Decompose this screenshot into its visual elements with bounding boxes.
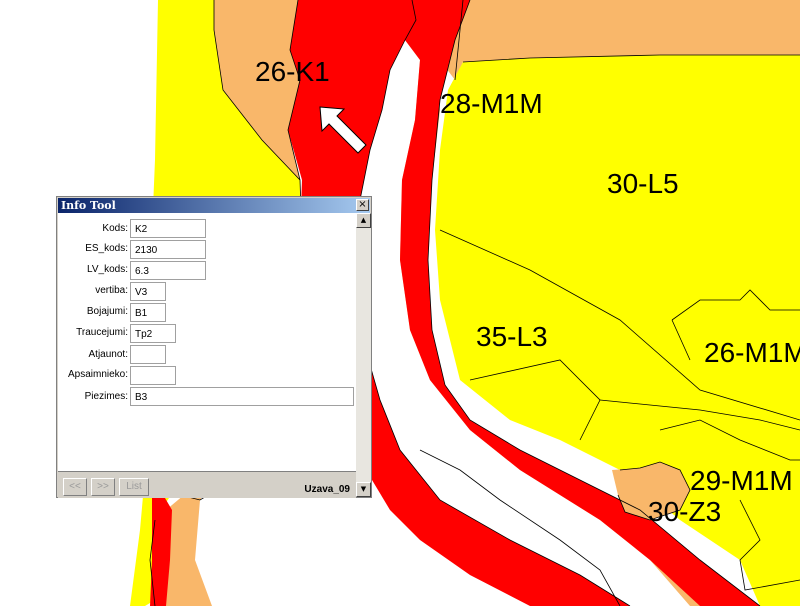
map-label-26-k1: 26-K1 [255,56,330,87]
info-tool-footer: << >> List Uzava_09 [58,471,356,498]
info-tool-title: Info Tool [61,199,116,212]
field-label-traucejumi: Traucejumi: [76,327,128,338]
field-label-bojajumi: Bojajumi: [86,306,128,317]
field-value-piezimes[interactable]: B3 [130,387,354,406]
attribute-panel: Kods: K2 ES_kods: 2130 LV_kods: 6.3 vert… [58,213,356,471]
close-icon: × [358,199,367,210]
field-value-bojajumi[interactable]: B1 [130,303,166,322]
field-value-vertiba[interactable]: V3 [130,282,166,301]
previous-button[interactable]: << [63,478,87,496]
field-label-kods: Kods: [102,223,128,234]
field-label-es-kods: ES_kods: [85,243,128,254]
next-button[interactable]: >> [91,478,115,496]
scroll-down-button[interactable]: ▼ [356,482,371,497]
map-label-30-l5: 30-L5 [607,168,679,199]
field-label-atjaunot: Atjaunot: [88,349,128,360]
info-tool-window[interactable]: Info Tool × Kods: K2 ES_kods: 2130 LV_ko… [56,196,372,498]
field-value-kods[interactable]: K2 [130,219,206,238]
field-value-lv-kods[interactable]: 6.3 [130,261,206,280]
field-value-traucejumi[interactable]: Tp2 [130,324,176,343]
map-label-35-l3: 35-L3 [476,321,548,352]
field-label-vertiba: vertiba: [95,285,128,296]
close-button[interactable]: × [356,199,369,211]
map-label-26-m1m: 26-M1M [704,337,800,368]
scroll-up-button[interactable]: ▲ [356,213,371,228]
layer-name: Uzava_09 [304,484,350,495]
field-label-piezimes: Piezimes: [84,391,128,402]
list-button[interactable]: List [119,478,149,496]
info-tool-titlebar[interactable]: Info Tool × [58,198,370,213]
field-value-apsaimnieko[interactable] [130,366,176,385]
field-label-apsaimnieko: Apsaimnieko: [67,369,128,380]
map-label-29-m1m: 29-M1M [690,465,793,496]
vertical-scrollbar[interactable]: ▲ ▼ [356,213,371,497]
field-label-lv-kods: LV_kods: [87,264,128,275]
map-label-28-m1m: 28-M1M [440,88,543,119]
map-label-30-z3: 30-Z3 [648,496,722,527]
field-value-atjaunot[interactable] [130,345,166,364]
field-value-es-kods[interactable]: 2130 [130,240,206,259]
north-west-arrow-icon [319,106,367,154]
